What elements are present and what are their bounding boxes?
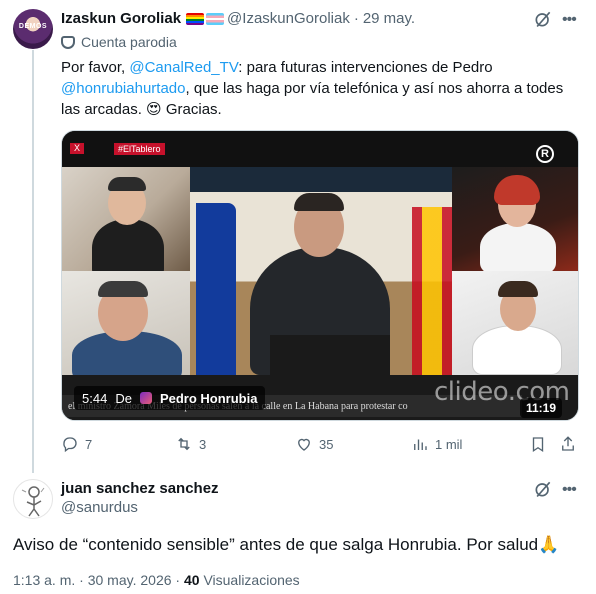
podium	[270, 335, 390, 375]
reply-count: 7	[85, 436, 93, 452]
mention-honrubia[interactable]: @honrubiahurtado	[61, 80, 185, 97]
bookmark-button[interactable]	[529, 434, 547, 454]
tweet-text: Por favor, @CanalRed_TV: para futuras in…	[61, 57, 581, 120]
pray-emoji: 🙏	[538, 535, 560, 554]
like-count: 35	[319, 436, 334, 452]
reply-author-handle[interactable]: @sanurdus	[61, 499, 138, 516]
share-button[interactable]	[559, 434, 577, 454]
text-part: Por favor,	[61, 59, 130, 76]
views-icon	[414, 439, 427, 450]
like-icon	[298, 438, 310, 451]
separator: ·	[353, 10, 359, 27]
channel-logo: R	[536, 145, 554, 163]
source-de: De	[115, 390, 132, 406]
avatar-text: DEMOS	[18, 23, 48, 30]
tweet-date[interactable]: 29 may.	[363, 10, 415, 27]
video-source-pill[interactable]: 5:44 De Pedro Honrubia	[74, 386, 266, 410]
text-part: : para futuras intervenciones de Pedro	[238, 59, 493, 76]
parody-label: Cuenta parodia	[61, 34, 177, 50]
mention-canalred[interactable]: @CanalRed_TV	[129, 59, 238, 76]
author-handle[interactable]: @IzaskunGoroliak	[227, 10, 350, 27]
parody-mask-icon	[61, 35, 75, 49]
elapsed-time: 5:44	[82, 390, 108, 406]
video-panel-guest-1	[62, 167, 190, 271]
flag-icons	[186, 12, 225, 25]
reply-time[interactable]: 1:13 a. m.	[13, 572, 75, 588]
reply-text: Aviso de “contenido sensible” antes de q…	[13, 535, 559, 555]
meta-separator: ·	[79, 572, 84, 588]
meta-separator: ·	[175, 572, 181, 588]
grok-icon[interactable]	[533, 9, 553, 29]
parody-text: Cuenta parodia	[81, 34, 177, 50]
bookmark-icon	[532, 437, 544, 453]
more-icon[interactable]: •••	[562, 11, 577, 29]
video-tag: #ElTablero	[114, 143, 165, 155]
reply-avatar[interactable]	[13, 479, 53, 519]
avatar[interactable]: DEMOS	[13, 9, 53, 49]
eu-flag	[196, 203, 236, 375]
video-panel-guest-2	[62, 271, 190, 375]
tweet-header: Izaskun Goroliak @IzaskunGoroliak · 29 m…	[61, 10, 415, 27]
video-panel-speaker	[190, 167, 452, 375]
retweet-count: 3	[199, 436, 207, 452]
reply-date[interactable]: 30 may. 2026	[88, 572, 172, 588]
retweet-button[interactable]: 3	[175, 434, 206, 454]
share-icon	[562, 436, 574, 451]
video-player[interactable]: X #ElTablero R el ministro Zamora Miles …	[61, 130, 579, 421]
views-button[interactable]: 1 mil	[411, 434, 462, 454]
reply-views-label: Visualizaciones	[203, 572, 300, 588]
author-name[interactable]: Izaskun Goroliak	[61, 10, 181, 27]
more-icon[interactable]: •••	[562, 481, 577, 499]
reply-icon	[63, 437, 77, 453]
thread-line	[32, 50, 34, 473]
video-logo-x: X	[70, 143, 84, 154]
emoji: 😍	[146, 101, 162, 118]
trans-flag-icon	[206, 12, 225, 25]
like-button[interactable]: 35	[295, 434, 333, 454]
grok-icon[interactable]	[533, 479, 553, 499]
source-name[interactable]: Pedro Honrubia	[160, 391, 258, 406]
reply-meta: 1:13 a. m. · 30 may. 2026 · 40 Visualiza…	[13, 572, 300, 588]
text-part: Gracias.	[161, 101, 222, 118]
reply-text-body: Aviso de “contenido sensible” antes de q…	[13, 535, 539, 554]
rainbow-flag-icon	[186, 12, 205, 25]
retweet-icon	[178, 437, 190, 451]
reply-author-name[interactable]: juan sanchez sanchez	[61, 480, 219, 497]
video-panel-guest-4	[452, 271, 578, 375]
sketch-avatar-icon	[21, 486, 45, 517]
source-avatar-icon	[139, 392, 152, 404]
video-duration: 11:19	[519, 398, 562, 418]
reply-button[interactable]: 7	[61, 434, 92, 454]
spain-flag	[412, 207, 452, 375]
tweet-actions: 7 3 35 1 mil	[61, 434, 581, 454]
video-panel-guest-3	[452, 167, 578, 271]
reply-views-count: 40	[183, 572, 200, 588]
views-count: 1 mil	[435, 436, 463, 452]
